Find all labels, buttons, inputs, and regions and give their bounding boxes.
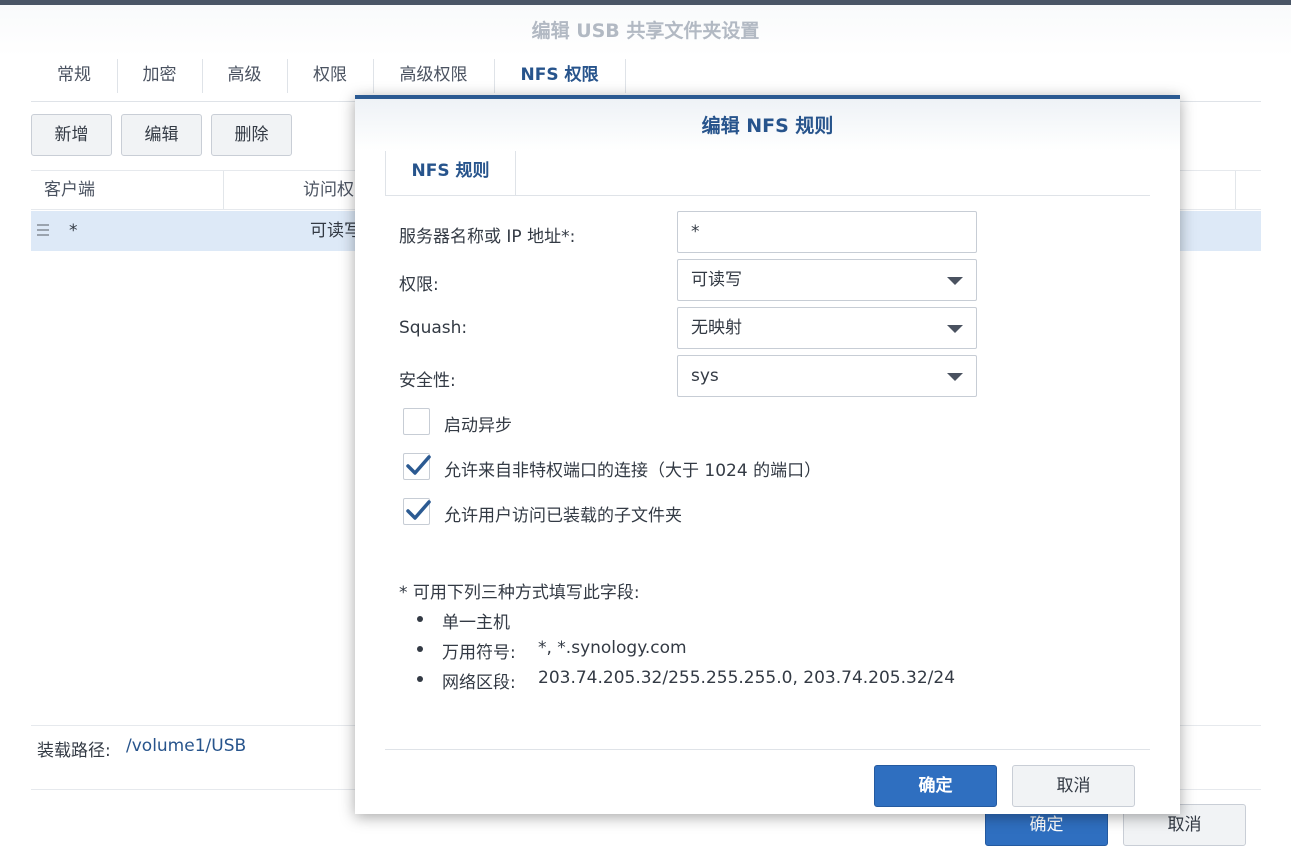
column-separator [223, 171, 224, 209]
security-select[interactable]: sys [677, 355, 977, 397]
hint-item-label: 单一主机 [442, 613, 510, 633]
privilege-value: 可读写 [691, 270, 742, 290]
security-label: 安全性: [399, 371, 456, 391]
cell-access: 可读写 [310, 221, 361, 241]
mounted-subfolders-checkbox[interactable] [403, 498, 431, 525]
host-label: 服务器名称或 IP 地址*: [399, 227, 576, 247]
mount-path-label: 装载路径: [37, 741, 111, 761]
hint-item-label: 网络区段: [442, 673, 516, 693]
chevron-down-icon[interactable] [947, 325, 963, 333]
tab-advanced[interactable]: 高级 [202, 57, 287, 101]
mount-path-value: /volume1/USB [126, 736, 247, 756]
squash-value: 无映射 [691, 318, 742, 338]
cell-client: * [69, 221, 78, 241]
tab-nfs-rule[interactable]: NFS 规则 [385, 151, 516, 195]
async-checkbox-label[interactable]: 启动异步 [444, 411, 512, 436]
dialog-tab-bar: NFS 规则 [385, 151, 1150, 196]
delete-button[interactable]: 删除 [211, 114, 292, 156]
column-header-client[interactable]: 客户端 [44, 171, 95, 209]
add-button[interactable]: 新增 [31, 114, 112, 156]
mounted-subfolders-checkbox-label[interactable]: 允许用户访问已装载的子文件夹 [444, 501, 682, 526]
chevron-down-icon[interactable] [947, 277, 963, 285]
edit-button[interactable]: 编辑 [121, 114, 202, 156]
edit-nfs-rule-dialog: 编辑 NFS 规则 NFS 规则 服务器名称或 IP 地址*: 权限: 可读写 … [355, 95, 1180, 814]
bullet [417, 616, 423, 622]
hint-item-value: *, *.synology.com [538, 638, 687, 658]
hint-item-label: 万用符号: [442, 643, 516, 663]
drag-handle-icon[interactable] [37, 224, 49, 236]
privilege-label: 权限: [399, 275, 439, 295]
outer-window-title: 编辑 USB 共享文件夹设置 [0, 5, 1291, 57]
security-value: sys [691, 366, 719, 386]
async-checkbox[interactable] [403, 408, 430, 435]
tab-general[interactable]: 常规 [31, 57, 117, 101]
dialog-cancel-button[interactable]: 取消 [1012, 765, 1135, 807]
nonprivileged-port-checkbox[interactable] [403, 453, 431, 480]
tab-encryption[interactable]: 加密 [117, 57, 202, 101]
chevron-down-icon[interactable] [947, 373, 963, 381]
check-icon [406, 500, 431, 520]
dialog-title: 编辑 NFS 规则 [355, 99, 1180, 151]
hint-heading: * 可用下列三种方式填写此字段: [399, 583, 640, 603]
nonprivileged-port-checkbox-label[interactable]: 允许来自非特权端口的连接（大于 1024 的端口） [444, 456, 821, 481]
hint-item-value: 203.74.205.32/255.255.255.0, 203.74.205.… [538, 668, 956, 688]
bullet [417, 646, 423, 652]
column-separator [1235, 171, 1236, 209]
dialog-ok-button[interactable]: 确定 [874, 765, 997, 807]
squash-select[interactable]: 无映射 [677, 307, 977, 349]
tab-separator [625, 59, 626, 93]
privilege-select[interactable]: 可读写 [677, 259, 977, 301]
bullet [417, 676, 423, 682]
host-field-wrapper [677, 211, 977, 253]
column-header-access[interactable]: 访问权 [303, 171, 354, 209]
dialog-footer-divider [385, 749, 1150, 750]
host-input[interactable] [691, 222, 961, 242]
check-icon [406, 455, 431, 475]
squash-label: Squash: [399, 318, 468, 338]
